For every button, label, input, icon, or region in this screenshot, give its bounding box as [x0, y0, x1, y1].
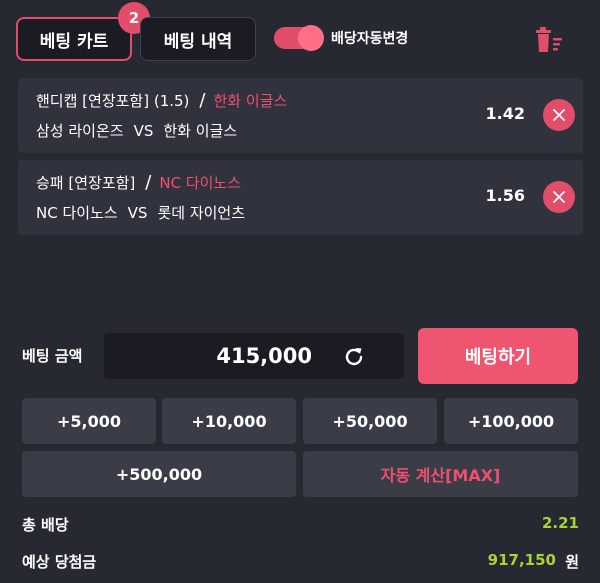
quick-amount-button[interactable]: +500,000	[22, 451, 296, 497]
bet-item: 핸디캡 [연장포함] (1.5) / 한화 이글스 삼성 라이온즈 VS 한화 이글스 …	[18, 78, 583, 153]
bet-market-line: 핸디캡 [연장포함] (1.5) / 한화 이글스	[36, 90, 287, 111]
bet-home-team: NC 다이노스	[36, 204, 118, 222]
auto-max-button[interactable]: 자동 계산[MAX]	[303, 451, 578, 497]
place-bet-button[interactable]: 베팅하기	[418, 328, 578, 384]
quick-amount-button[interactable]: +100,000	[444, 398, 578, 444]
bet-vs: VS	[133, 122, 154, 140]
bet-amount-label: 베팅 금액	[22, 347, 83, 365]
quick-amount-button[interactable]: +10,000	[162, 398, 296, 444]
bet-item: 승패 [연장포함] / NC 다이노스 NC 다이노스 VS 롯데 자이언츠 1.56	[18, 160, 583, 235]
place-bet-button-label: 베팅하기	[464, 347, 532, 368]
quick-amount-button[interactable]: +5,000	[22, 398, 156, 444]
bet-amount-value: 415,000	[216, 344, 312, 368]
trash-icon[interactable]	[534, 26, 566, 54]
tab-betting-history[interactable]: 베팅 내역	[140, 17, 256, 61]
bet-market: 승패 [연장포함]	[36, 174, 136, 192]
auto-odds-toggle-label: 배당자동변경	[331, 31, 409, 47]
bet-pick: 한화 이글스	[213, 92, 288, 110]
auto-odds-toggle[interactable]	[274, 25, 324, 51]
bet-market: 핸디캡 [연장포함] (1.5)	[36, 92, 190, 110]
bet-away-team: 롯데 자이언츠	[157, 204, 246, 222]
bet-pick: NC 다이노스	[159, 174, 242, 192]
toggle-knob	[298, 25, 324, 51]
bet-amount-field[interactable]: 415,000	[104, 333, 404, 379]
remove-bet-button[interactable]	[543, 99, 575, 131]
bet-home-team: 삼성 라이온즈	[36, 122, 124, 140]
bet-matchup: 삼성 라이온즈 VS 한화 이글스	[36, 120, 237, 141]
expected-win-value: 917,150	[487, 551, 556, 569]
bet-away-team: 한화 이글스	[163, 122, 238, 140]
close-icon	[553, 191, 565, 203]
tab-betting-history-label: 베팅 내역	[163, 31, 233, 52]
bet-market-line: 승패 [연장포함] / NC 다이노스	[36, 172, 241, 193]
quick-amount-button[interactable]: +50,000	[303, 398, 437, 444]
remove-bet-button[interactable]	[543, 181, 575, 213]
expected-win-label: 예상 당첨금	[22, 553, 97, 571]
bet-separator: /	[145, 172, 152, 193]
bet-matchup: NC 다이노스 VS 롯데 자이언츠	[36, 202, 245, 223]
currency-unit: 원	[565, 553, 579, 571]
bet-odds: 1.56	[485, 186, 525, 205]
tab-betting-cart[interactable]: 베팅 카트	[16, 17, 132, 61]
total-odds-label: 총 배당	[22, 516, 69, 534]
bet-odds: 1.42	[485, 104, 525, 123]
bet-vs: VS	[127, 204, 148, 222]
close-icon	[553, 109, 565, 121]
tab-betting-cart-label: 베팅 카트	[39, 31, 109, 52]
total-odds-value: 2.21	[541, 514, 579, 532]
bet-separator: /	[199, 90, 206, 111]
refresh-icon[interactable]	[342, 345, 366, 369]
